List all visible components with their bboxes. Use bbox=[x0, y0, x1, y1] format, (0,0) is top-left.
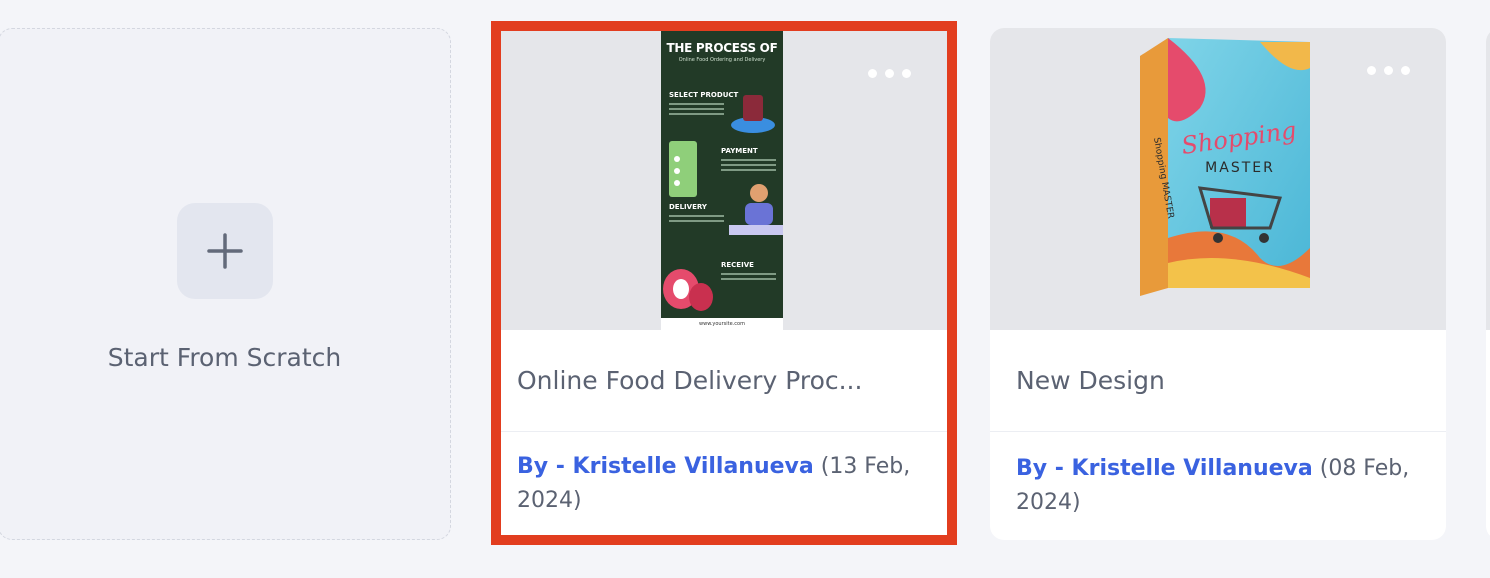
delivery-person-illustration-icon bbox=[729, 184, 783, 235]
design-meta: By - Kristelle Villanueva (13 Feb, 2024) bbox=[501, 432, 947, 518]
design-thumbnail bbox=[1486, 28, 1490, 330]
design-thumbnail: THE PROCESS OF Online Food Ordering and … bbox=[501, 31, 947, 330]
start-from-scratch-label: Start From Scratch bbox=[107, 343, 342, 372]
design-thumbnail: Shopping MASTER Shopping MASTER bbox=[990, 28, 1446, 330]
product-illustration-icon bbox=[731, 95, 775, 133]
infographic-thumbnail: THE PROCESS OF Online Food Ordering and … bbox=[661, 31, 783, 330]
shoes-illustration-icon bbox=[663, 269, 713, 311]
plus-icon[interactable] bbox=[177, 203, 273, 299]
product-box-thumbnail: Shopping MASTER Shopping MASTER bbox=[1140, 38, 1310, 296]
thumbnail-heading: THE PROCESS OF bbox=[666, 41, 778, 55]
receipt-illustration-icon bbox=[669, 141, 697, 197]
thumbnail-step: PAYMENT bbox=[721, 147, 758, 155]
design-meta: By - Kristelle Villanueva (08 Feb, 2024) bbox=[990, 432, 1446, 520]
box-title-line2: MASTER bbox=[1205, 160, 1275, 176]
thumbnail-step: DELIVERY bbox=[669, 203, 707, 211]
design-card-online-food-delivery[interactable]: THE PROCESS OF Online Food Ordering and … bbox=[491, 21, 957, 545]
more-options-icon[interactable] bbox=[1367, 66, 1410, 75]
more-options-icon[interactable] bbox=[868, 69, 911, 78]
thumbnail-footer: www.yoursite.com bbox=[661, 318, 783, 330]
design-card-partial[interactable] bbox=[1486, 28, 1490, 540]
design-card-new-design[interactable]: Shopping MASTER Shopping MASTER New Desi… bbox=[990, 28, 1446, 540]
design-title: Online Food Delivery Proc... bbox=[501, 330, 947, 432]
thumbnail-subheading: Online Food Ordering and Delivery bbox=[678, 57, 766, 63]
start-from-scratch-card[interactable]: Start From Scratch bbox=[0, 28, 451, 540]
thumbnail-step: RECEIVE bbox=[721, 261, 754, 269]
design-title: New Design bbox=[990, 330, 1446, 432]
author-link[interactable]: By - Kristelle Villanueva bbox=[1016, 456, 1313, 481]
author-link[interactable]: By - Kristelle Villanueva bbox=[517, 454, 814, 479]
